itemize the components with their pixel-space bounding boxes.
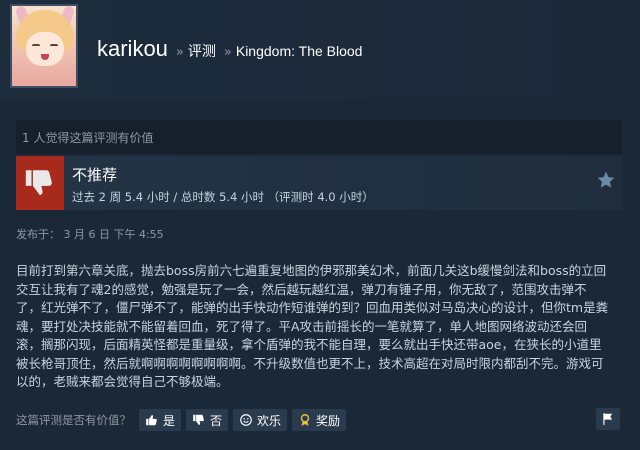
smiley-icon (240, 414, 252, 426)
vote-no-label: 否 (210, 413, 223, 428)
review-footer: 这篇评测是否有价值？ 是 否 欢乐 奖励 (16, 406, 622, 434)
breadcrumb-game-link[interactable]: Kingdom: The Blood (236, 43, 363, 59)
posted-date: 发布于： 3 月 6 日 下午 4:55 (16, 228, 164, 241)
flag-icon (603, 413, 613, 425)
username-link[interactable]: karikou (97, 36, 168, 62)
helpful-count: 1 人觉得这篇评测有价值 (22, 131, 154, 145)
thumbs-up-icon (146, 415, 157, 426)
vote-yes-label: 是 (163, 413, 176, 428)
breadcrumb-reviews-link[interactable]: 评测 (188, 41, 216, 61)
report-button[interactable] (596, 408, 620, 430)
thumbs-down-icon (16, 156, 64, 210)
breadcrumb-separator: » (223, 45, 232, 60)
review-body: 目前打到第六章关底，抛去boss房前六七遍重复地图的伊邪那美幻术，前面几关这b缓… (16, 263, 609, 389)
avatar-eye-right (50, 44, 58, 48)
vote-funny-button[interactable]: 欢乐 (233, 409, 288, 431)
user-avatar[interactable] (10, 4, 78, 88)
avatar-face (26, 32, 64, 66)
award-medal-icon (300, 414, 310, 426)
vote-yes-button[interactable]: 是 (139, 409, 182, 431)
vote-no-button[interactable]: 否 (186, 409, 229, 431)
avatar-eye-left (32, 44, 40, 48)
breadcrumb: karikou » 评测 » Kingdom: The Blood (97, 36, 362, 66)
thumbs-down-glyph (25, 170, 52, 196)
breadcrumb-separator: » (175, 45, 184, 60)
star-icon[interactable] (596, 170, 616, 190)
playtime-hours: 过去 2 周 5.4 小时 / 总时数 5.4 小时 （评测时 4.0 小时） (72, 190, 374, 204)
award-button[interactable]: 奖励 (292, 409, 347, 431)
thumbs-down-icon (193, 414, 204, 425)
helpful-question: 这篇评测是否有价值？ (16, 413, 131, 427)
award-label: 奖励 (316, 413, 341, 428)
vote-funny-label: 欢乐 (257, 413, 282, 428)
recommendation-title: 不推荐 (72, 166, 118, 184)
